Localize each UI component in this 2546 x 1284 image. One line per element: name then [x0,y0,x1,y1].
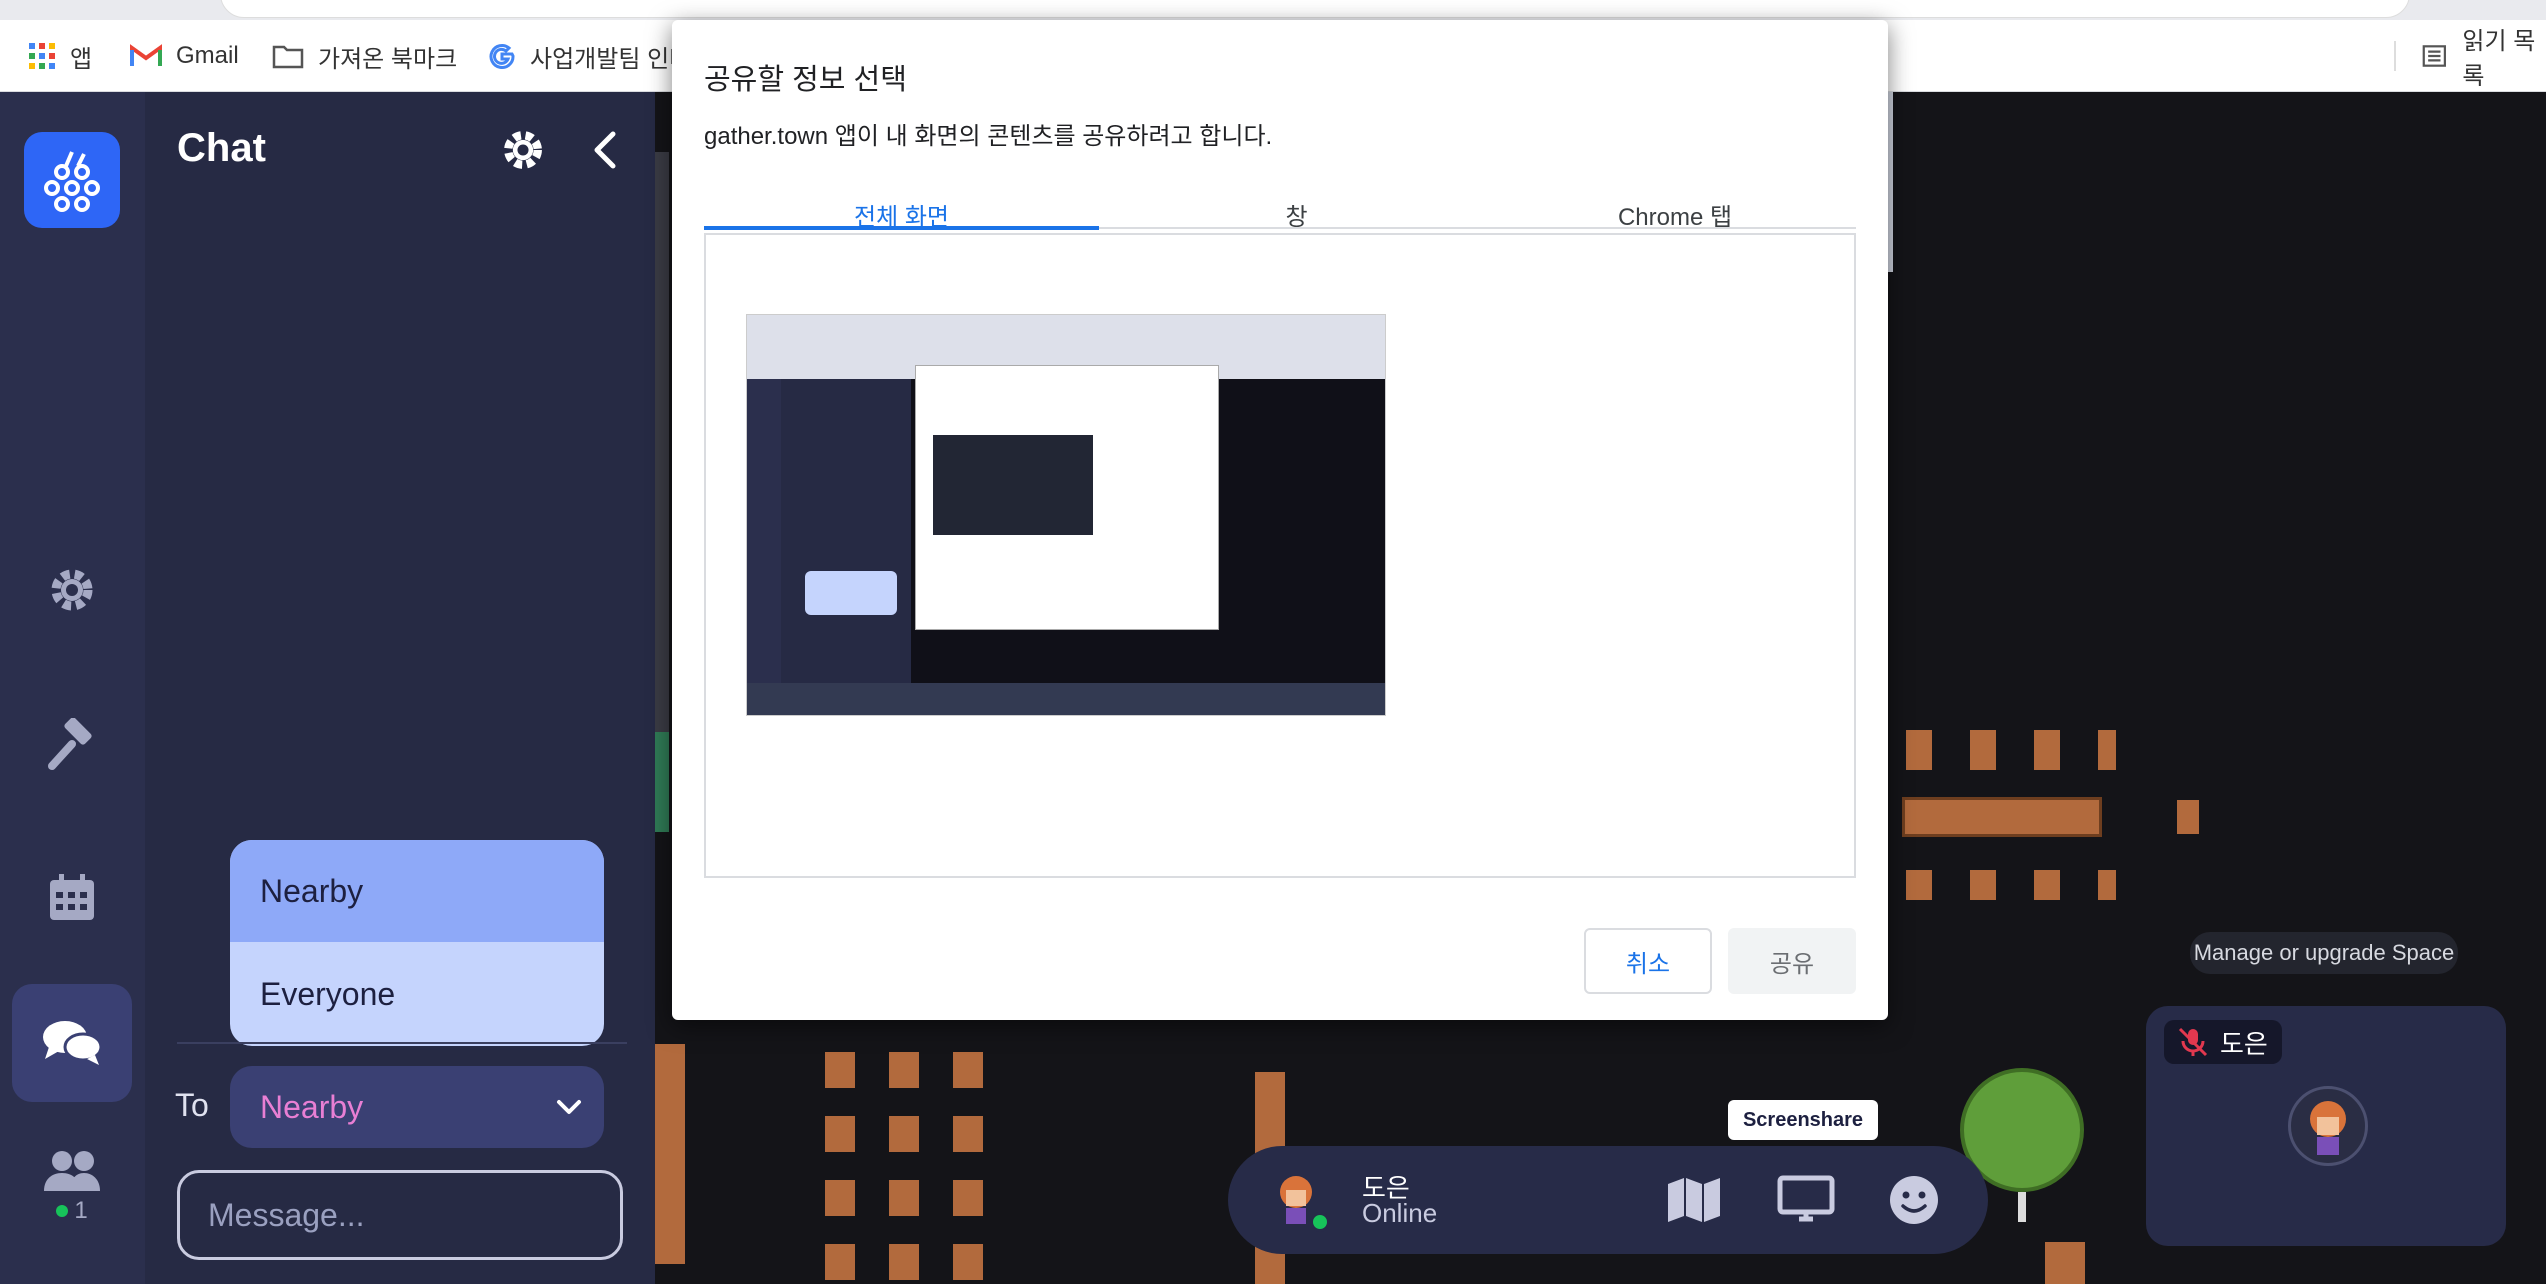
screenshare-button[interactable] [1776,1170,1836,1230]
bookmark-label: 앱 [70,45,93,73]
map-door [655,1044,685,1264]
settings-nav-button[interactable] [36,554,108,626]
chevron-left-icon [594,131,616,169]
address-bar[interactable] [220,0,2410,18]
map-chair [2045,1242,2085,1284]
gear-icon [504,131,542,169]
gmail-icon [130,44,162,66]
status-dot [1310,1212,1330,1232]
emote-button[interactable] [1884,1170,1944,1230]
to-label: To [175,1087,209,1123]
map-chairs [1906,730,2116,770]
message-input[interactable]: Message... [177,1170,623,1260]
map-chairs [825,1052,995,1284]
bookmark-gmail[interactable]: Gmail [130,38,239,74]
map-wall [655,152,669,752]
dialog-subtitle: gather.town 앱이 내 화면의 콘텐츠를 공유하려고 합니다. [704,123,1273,150]
gear-icon [51,569,93,611]
bottom-toolbar: 도은 Online [1228,1146,1988,1254]
icon-rail: 1 [0,92,145,1284]
map-button[interactable] [1664,1170,1724,1230]
chevron-down-icon [557,1100,581,1114]
people-icon [44,1151,100,1191]
reading-list-button[interactable]: 읽기 목록 [2394,28,2546,90]
active-tab-indicator [704,226,1099,230]
share-screen-dialog: 공유할 정보 선택 gather.town 앱이 내 화면의 콘텐츠를 공유하려… [672,20,1888,1020]
reading-list-icon [2422,45,2446,67]
audience-dropdown-menu: Nearby Everyone [230,840,604,1046]
dropdown-option-everyone[interactable]: Everyone [230,942,604,1046]
dropdown-option-nearby[interactable]: Nearby [230,840,604,942]
online-count: 1 [56,1197,88,1225]
dialog-title: 공유할 정보 선택 [704,64,907,96]
build-nav-button[interactable] [36,710,108,782]
divider [2394,41,2396,71]
manage-space-tooltip[interactable]: Manage or upgrade Space [2190,932,2458,974]
reading-list-label: 읽기 목록 [2462,28,2536,90]
video-name-badge: 도은 [2164,1020,2282,1064]
chat-settings-button[interactable] [499,126,547,174]
bookmark-imported[interactable]: 가져온 북마크 [272,38,457,74]
apps-grid-icon [29,43,55,69]
online-count-value: 1 [74,1197,88,1224]
map-chair [2177,800,2199,834]
collapse-panel-button[interactable] [583,126,631,174]
chat-title: Chat [177,126,266,170]
online-dot [56,1205,69,1217]
audience-select[interactable]: Nearby [230,1066,604,1148]
monitor-icon [1777,1175,1835,1222]
folder-icon [272,45,304,69]
map-tree-trunk [2018,1192,2026,1222]
participants-nav-button[interactable]: 1 [36,1142,108,1232]
browser-tabstrip [0,0,2546,20]
avatar[interactable] [1266,1168,1330,1232]
cancel-button[interactable]: 취소 [1584,928,1712,994]
avatar-sprite-icon [2310,1101,2346,1155]
bookmark-label: 사업개발팀 인터 [530,45,692,73]
map-icon [1668,1178,1720,1222]
screenshare-tooltip: Screenshare [1728,1100,1878,1140]
screen-thumbnail[interactable] [746,314,1386,716]
gather-logo-icon [44,151,100,212]
thumb-rail [747,379,781,715]
video-name: 도은 [2220,1028,2268,1059]
smiley-icon [1890,1176,1938,1224]
mic-muted-icon [2178,1027,2208,1057]
thumb-nested-preview [933,435,1093,535]
chat-panel: Chat Nearby Everyone To Nearby Message..… [145,92,655,1284]
gather-logo[interactable] [24,132,120,228]
thumb-dock [747,683,1385,715]
map-wall [655,732,669,832]
avatar [2288,1086,2368,1166]
hammer-icon [48,718,92,770]
bookmark-bizdev[interactable]: 사업개발팀 인터 [488,38,691,74]
bookmark-label: Gmail [176,42,239,69]
map-chairs [1906,870,2116,900]
map-table [1902,797,2102,837]
google-icon [489,44,515,69]
chat-bubbles-icon [43,1021,103,1065]
user-status: Online [1362,1198,1438,1228]
calendar-icon [50,874,94,920]
bookmark-label: 가져온 북마크 [318,45,458,73]
thumb-dropdown [805,571,897,615]
bookmark-apps[interactable]: 앱 [28,38,92,74]
audience-select-value: Nearby [260,1088,364,1125]
calendar-nav-button[interactable] [36,862,108,934]
divider [177,1042,627,1044]
chat-nav-button[interactable] [12,984,132,1102]
share-button[interactable]: 공유 [1728,928,1856,994]
thumb-chat-panel [781,379,911,715]
self-video-tile[interactable]: 도은 [2146,1006,2506,1246]
